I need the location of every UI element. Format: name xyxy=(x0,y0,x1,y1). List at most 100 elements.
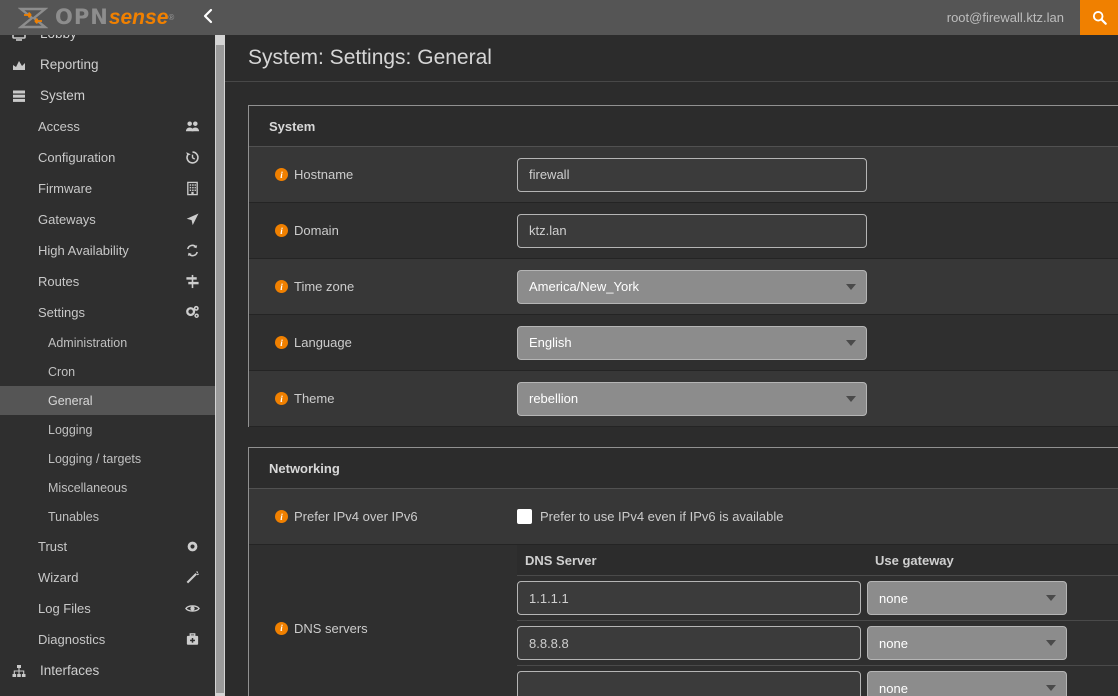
sidebar-item-diagnostics[interactable]: Diagnostics xyxy=(0,624,215,655)
sidebar-subitem-general[interactable]: General xyxy=(0,386,215,415)
sidebar-item-firmware[interactable]: Firmware xyxy=(0,173,215,204)
info-icon[interactable]: i xyxy=(275,392,288,405)
sidebar-subitem-miscellaneous[interactable]: Miscellaneous xyxy=(0,473,215,502)
theme-label: Theme xyxy=(294,391,335,406)
current-user-label: root@firewall.ktz.lan xyxy=(946,10,1064,25)
row-hostname: i Hostname xyxy=(249,147,1118,203)
sidebar-item-label: Configuration xyxy=(38,150,116,165)
sidebar-subitem-label: Miscellaneous xyxy=(48,480,128,495)
domain-input[interactable] xyxy=(517,213,867,248)
theme-select[interactable]: rebellion xyxy=(517,381,867,416)
sidebar-item-system[interactable]: System xyxy=(0,80,215,111)
page-header: System: Settings: General xyxy=(225,35,1118,82)
sidebar-item-log-files[interactable]: Log Files xyxy=(0,593,215,624)
dns-gateway-select[interactable]: none xyxy=(867,581,1067,615)
sidebar-item-label: Wizard xyxy=(38,570,79,585)
info-icon[interactable]: i xyxy=(275,336,288,349)
dns-gateway-cell: none xyxy=(867,581,1077,615)
brand-opn: OPN xyxy=(55,5,109,29)
gears-icon xyxy=(183,305,201,320)
dns-table-header: DNS Server Use gateway xyxy=(517,545,1118,576)
top-navbar: OPN sense ® root@firewall.ktz.lan xyxy=(0,0,1118,35)
search-button[interactable] xyxy=(1080,0,1118,35)
signpost-icon xyxy=(183,274,201,289)
sidebar-item-lobby-clipped[interactable]: Lobby xyxy=(0,35,215,49)
system-panel: System i Hostname i Domain xyxy=(248,105,1118,427)
sidebar-subitem-cron[interactable]: Cron xyxy=(0,357,215,386)
dns-table-row: none xyxy=(517,666,1118,696)
server-icon xyxy=(12,89,32,103)
dns-server-input[interactable] xyxy=(517,581,861,615)
theme-select-wrap: rebellion xyxy=(517,381,867,416)
dns-gateway-select-wrap: none xyxy=(867,671,1067,696)
sidebar-item-label: System xyxy=(40,88,86,103)
sidebar-item-access[interactable]: Access xyxy=(0,111,215,142)
sidebar-item-label: Interfaces xyxy=(40,663,100,678)
dns-gateway-select[interactable]: none xyxy=(867,626,1067,660)
info-icon[interactable]: i xyxy=(275,224,288,237)
sidebar-subitem-administration[interactable]: Administration xyxy=(0,328,215,357)
info-icon[interactable]: i xyxy=(275,621,288,635)
location-arrow-icon xyxy=(183,212,201,227)
sidebar-subitem-logging-targets[interactable]: Logging / targets xyxy=(0,444,215,473)
dns-server-input[interactable] xyxy=(517,671,861,696)
info-icon[interactable]: i xyxy=(275,510,288,523)
sidebar-item-routes[interactable]: Routes xyxy=(0,266,215,297)
building-icon xyxy=(183,181,201,196)
dns-server-cell xyxy=(517,671,867,696)
info-icon[interactable]: i xyxy=(275,168,288,181)
networking-panel: Networking i Prefer IPv4 over IPv6 Prefe… xyxy=(248,447,1118,696)
sidebar-item-interfaces[interactable]: Interfaces xyxy=(0,655,215,686)
timezone-select[interactable]: America/New_York xyxy=(517,269,867,304)
prefer-ipv4-checkbox-text: Prefer to use IPv4 even if IPv6 is avail… xyxy=(540,509,784,524)
domain-label: Domain xyxy=(294,223,339,238)
language-select[interactable]: English xyxy=(517,325,867,360)
sidebar-subitem-label: Administration xyxy=(48,335,128,350)
domain-field-cell xyxy=(517,203,1118,258)
sidebar-item-wizard[interactable]: Wizard xyxy=(0,562,215,593)
chart-icon xyxy=(12,58,32,72)
sitemap-icon xyxy=(12,664,32,678)
briefcase-medical-icon xyxy=(183,632,201,647)
prefer-ipv4-checkbox[interactable] xyxy=(517,509,532,524)
theme-field-cell: rebellion xyxy=(517,371,1118,426)
brand-logo[interactable]: OPN sense ® xyxy=(0,0,174,35)
sidebar-item-reporting[interactable]: Reporting xyxy=(0,49,215,80)
hostname-input[interactable] xyxy=(517,157,867,192)
content-body: System i Hostname i Domain xyxy=(225,82,1118,696)
dns-gateway-select[interactable]: none xyxy=(867,671,1067,696)
sidebar-item-high-availability[interactable]: High Availability xyxy=(0,235,215,266)
sidebar-item-label: Firmware xyxy=(38,181,93,196)
dns-servers-field-cell: DNS Server Use gateway none xyxy=(517,545,1118,696)
sidebar-item-label: Trust xyxy=(38,539,68,554)
language-label-cell: i Language xyxy=(249,315,517,370)
dns-gateway-select-wrap: none xyxy=(867,626,1067,660)
page-title: System: Settings: General xyxy=(248,46,492,69)
system-panel-title: System xyxy=(249,106,1118,147)
sidebar-subitem-label: Tunables xyxy=(48,509,99,524)
dns-gateway-cell: none xyxy=(867,671,1077,696)
brand-sense: sense xyxy=(108,6,169,29)
theme-label-cell: i Theme xyxy=(249,371,517,426)
prefer-ipv4-label: Prefer IPv4 over IPv6 xyxy=(294,509,418,524)
sidebar-scrollbar-thumb[interactable] xyxy=(216,45,224,693)
sidebar-subitem-tunables[interactable]: Tunables xyxy=(0,502,215,531)
sidebar-subitem-logging[interactable]: Logging xyxy=(0,415,215,444)
sidebar-item-trust[interactable]: Trust xyxy=(0,531,215,562)
prefer-ipv4-checkbox-line[interactable]: Prefer to use IPv4 even if IPv6 is avail… xyxy=(517,509,784,524)
row-prefer-ipv4: i Prefer IPv4 over IPv6 Prefer to use IP… xyxy=(249,489,1118,545)
dns-server-input[interactable] xyxy=(517,626,861,660)
timezone-label-cell: i Time zone xyxy=(249,259,517,314)
info-icon[interactable]: i xyxy=(275,280,288,293)
sidebar-item-gateways[interactable]: Gateways xyxy=(0,204,215,235)
certificate-icon xyxy=(183,539,201,554)
sidebar-item-configuration[interactable]: Configuration xyxy=(0,142,215,173)
sidebar-item-label: Routes xyxy=(38,274,80,289)
prefer-ipv4-field-cell: Prefer to use IPv4 even if IPv6 is avail… xyxy=(517,489,1118,544)
main-sidebar: Lobby Reporting System Access xyxy=(0,35,215,696)
opnsense-logo-icon xyxy=(17,7,49,29)
sidebar-item-settings[interactable]: Settings xyxy=(0,297,215,328)
sidebar-collapse-chevron-icon[interactable] xyxy=(196,4,220,31)
dns-table-row: none xyxy=(517,576,1118,621)
search-icon xyxy=(1092,10,1107,25)
